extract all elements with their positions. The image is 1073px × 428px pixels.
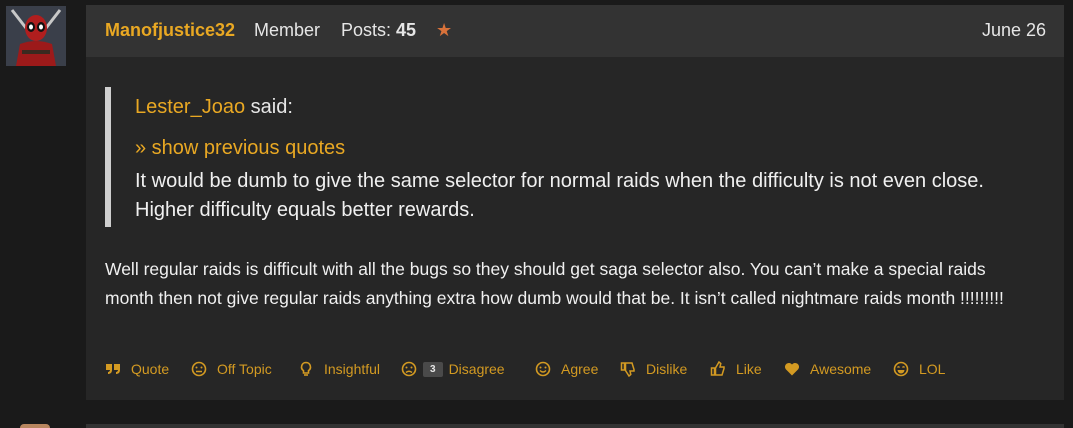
reaction-label: Like xyxy=(736,361,762,377)
next-post-header xyxy=(86,424,1064,428)
user-role: Member xyxy=(254,20,321,40)
reaction-label: Insightful xyxy=(324,361,381,377)
reaction-label: Awesome xyxy=(810,361,872,377)
posts-count-value: 45 xyxy=(396,20,417,40)
quote-author-link[interactable]: Lester_Joao xyxy=(135,96,245,118)
off-topic-face-icon xyxy=(191,361,207,377)
reaction-label: Agree xyxy=(561,361,599,377)
reaction-label: Off Topic xyxy=(217,361,272,377)
thumbs-down-icon xyxy=(620,361,636,377)
heart-icon xyxy=(784,361,800,377)
username-link[interactable]: Manofjustice32 xyxy=(105,20,235,41)
quote-attribution: Lester_Joao said: xyxy=(135,96,293,119)
reaction-off-topic-button[interactable]: Off Topic xyxy=(191,358,272,380)
lightbulb-icon xyxy=(298,361,314,377)
smile-face-icon xyxy=(535,361,551,377)
quote-text: It would be dumb to give the same select… xyxy=(135,170,984,221)
reaction-like-button[interactable]: Like xyxy=(710,358,762,380)
reaction-label: Quote xyxy=(131,361,170,377)
reaction-dislike-button[interactable]: Dislike xyxy=(620,358,687,380)
reaction-lol-button[interactable]: LOL xyxy=(893,358,945,380)
forum-post: Manofjustice32 Member Posts: 45 ★ June 2… xyxy=(86,5,1064,400)
reaction-disagree-button[interactable]: 3 Disagree xyxy=(401,358,505,380)
reaction-label: Dislike xyxy=(646,361,688,377)
star-icon: ★ xyxy=(436,20,453,40)
thumbs-up-icon xyxy=(710,361,726,377)
avatar[interactable] xyxy=(6,6,66,66)
blockquote: Lester_Joao said: » show previous quotes… xyxy=(105,87,1011,227)
reaction-awesome-button[interactable]: Awesome xyxy=(784,358,871,380)
post-date[interactable]: June 26 xyxy=(982,20,1046,41)
next-post-avatar[interactable] xyxy=(20,424,50,428)
show-previous-quotes-link[interactable]: » show previous quotes xyxy=(135,137,345,160)
reaction-count-badge: 3 xyxy=(423,361,443,377)
reaction-agree-button[interactable]: Agree xyxy=(535,358,598,380)
laughing-face-icon xyxy=(893,361,909,377)
frown-face-icon xyxy=(401,361,417,377)
quote-said-label: said: xyxy=(245,96,293,118)
quote-icon xyxy=(105,361,121,377)
reaction-label: Disagree xyxy=(448,361,505,377)
post-header: Manofjustice32 Member Posts: 45 ★ June 2… xyxy=(86,5,1064,57)
posts-label: Posts: xyxy=(341,20,392,40)
reaction-insightful-button[interactable]: Insightful xyxy=(298,358,380,380)
reaction-bar: Quote Off Topic Insightful 3 Disagree Agr… xyxy=(105,358,1045,380)
reaction-quote-button[interactable]: Quote xyxy=(105,358,169,380)
reaction-label: LOL xyxy=(919,361,946,377)
post-body-text: Well regular raids is difficult with all… xyxy=(105,259,1004,308)
post-count: Posts: 45 xyxy=(341,20,416,41)
avatar-image xyxy=(6,6,66,66)
